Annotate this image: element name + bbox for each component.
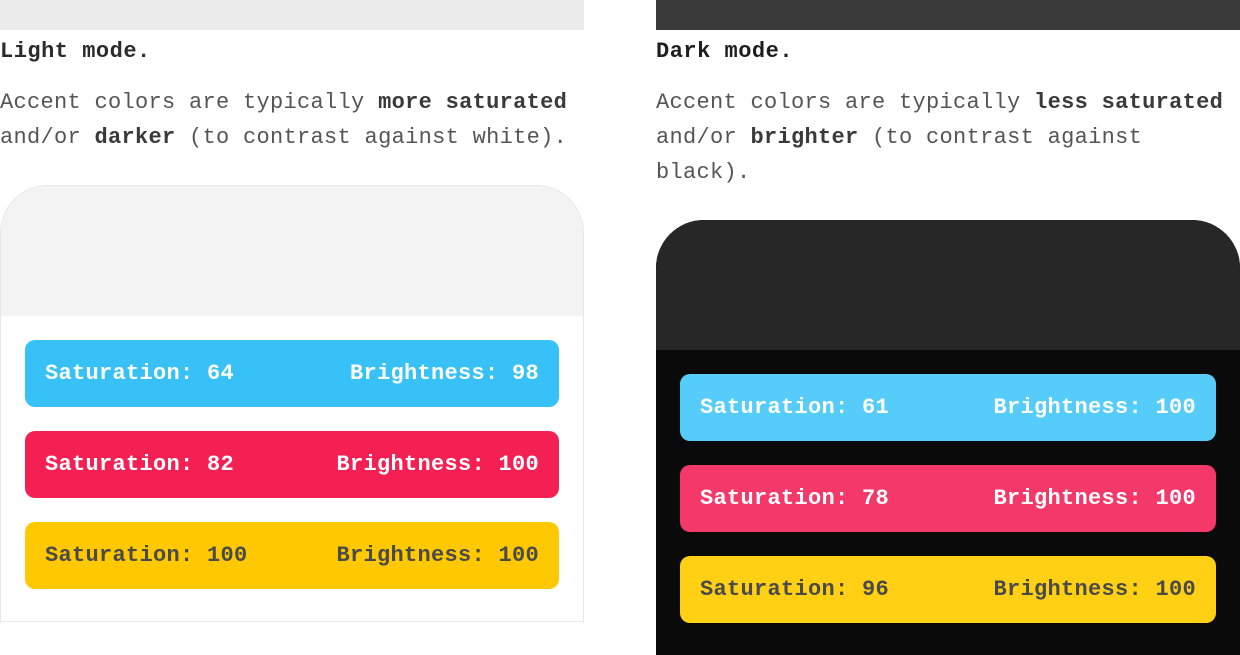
swatch-saturation-label: Saturation: 78 <box>700 486 889 511</box>
swatch-light-blue: Saturation: 64 Brightness: 98 <box>25 340 559 407</box>
light-desc-bold-2: darker <box>95 125 176 150</box>
swatch-saturation-label: Saturation: 61 <box>700 395 889 420</box>
light-mode-column: Light mode. Accent colors are typically … <box>0 0 584 655</box>
light-desc-pre: Accent colors are typically <box>0 90 378 115</box>
light-card: Saturation: 64 Brightness: 98 Saturation… <box>0 185 584 622</box>
swatch-dark-pink: Saturation: 78 Brightness: 100 <box>680 465 1216 532</box>
dark-mode-column: Dark mode. Accent colors are typically l… <box>656 0 1240 655</box>
dark-topbar <box>656 0 1240 30</box>
swatch-dark-blue: Saturation: 61 Brightness: 100 <box>680 374 1216 441</box>
dark-card-header <box>656 220 1240 350</box>
swatch-brightness-label: Brightness: 100 <box>993 577 1196 602</box>
swatch-saturation-label: Saturation: 100 <box>45 543 248 568</box>
dark-title: Dark mode. <box>656 38 1240 67</box>
light-title: Light mode. <box>0 38 584 67</box>
swatch-light-pink: Saturation: 82 Brightness: 100 <box>25 431 559 498</box>
light-topbar <box>0 0 584 30</box>
swatch-brightness-label: Brightness: 100 <box>993 395 1196 420</box>
light-description: Accent colors are typically more saturat… <box>0 85 584 155</box>
dark-description: Accent colors are typically less saturat… <box>656 85 1240 191</box>
swatch-light-yellow: Saturation: 100 Brightness: 100 <box>25 522 559 589</box>
swatch-saturation-label: Saturation: 82 <box>45 452 234 477</box>
swatch-brightness-label: Brightness: 98 <box>350 361 539 386</box>
light-desc-bold-1: more saturated <box>378 90 567 115</box>
dark-desc-pre: Accent colors are typically <box>656 90 1034 115</box>
swatch-saturation-label: Saturation: 64 <box>45 361 234 386</box>
swatch-dark-yellow: Saturation: 96 Brightness: 100 <box>680 556 1216 623</box>
swatch-brightness-label: Brightness: 100 <box>993 486 1196 511</box>
light-desc-post: (to contrast against white). <box>176 125 568 150</box>
light-swatch-stack: Saturation: 64 Brightness: 98 Saturation… <box>1 316 583 621</box>
dark-desc-mid: and/or <box>656 125 751 150</box>
dark-card: Saturation: 61 Brightness: 100 Saturatio… <box>656 220 1240 655</box>
swatch-saturation-label: Saturation: 96 <box>700 577 889 602</box>
light-card-header <box>1 186 583 316</box>
dark-desc-bold-1: less saturated <box>1034 90 1223 115</box>
light-desc-mid: and/or <box>0 125 95 150</box>
dark-desc-bold-2: brighter <box>751 125 859 150</box>
dark-swatch-stack: Saturation: 61 Brightness: 100 Saturatio… <box>656 350 1240 655</box>
swatch-brightness-label: Brightness: 100 <box>336 452 539 477</box>
swatch-brightness-label: Brightness: 100 <box>336 543 539 568</box>
